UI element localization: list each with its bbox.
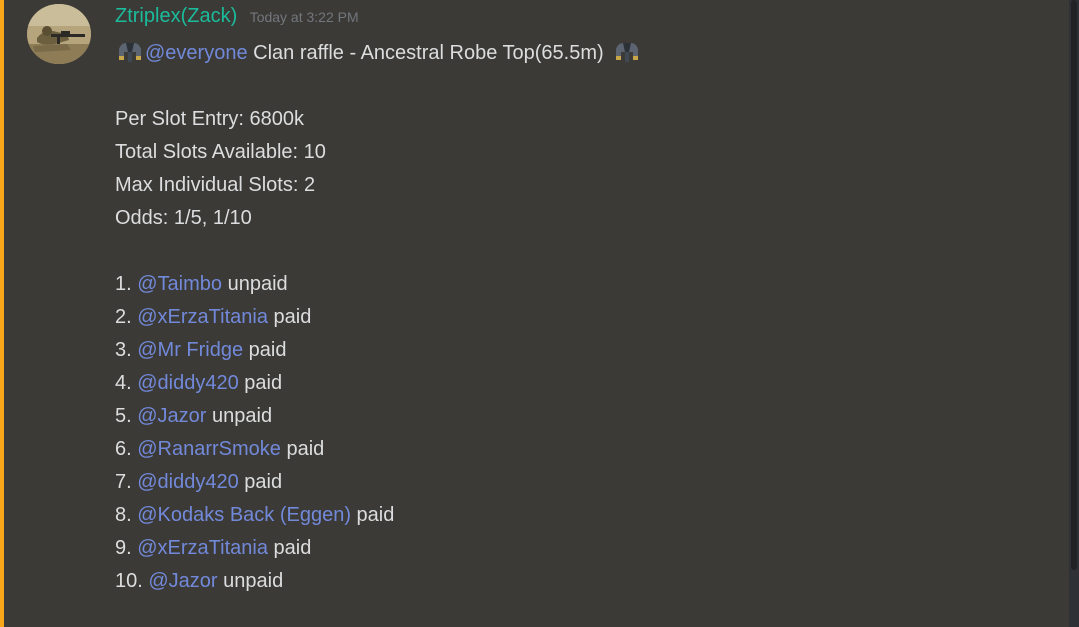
entry-mention[interactable]: @xErzaTitania <box>137 306 268 328</box>
raffle-entry: 4. @diddy420 paid <box>115 367 1055 400</box>
avatar[interactable] <box>27 4 91 64</box>
entry-number: 7. <box>115 471 138 493</box>
entry-mention[interactable]: @Mr Fridge <box>137 339 243 361</box>
entry-mention[interactable]: @Jazor <box>148 570 217 592</box>
raffle-entry: 3. @Mr Fridge paid <box>115 334 1055 367</box>
raffle-entry: 2. @xErzaTitania paid <box>115 301 1055 334</box>
entry-mention[interactable]: @Taimbo <box>137 273 222 295</box>
entry-number: 9. <box>115 537 138 559</box>
detail-line: Odds: 1/5, 1/10 <box>115 207 252 229</box>
message-content: @everyone Clan raffle - Ancestral Robe T… <box>115 37 1055 598</box>
raffle-entry: 1. @Taimbo unpaid <box>115 268 1055 301</box>
scrollbar[interactable] <box>1069 0 1079 627</box>
entry-number: 6. <box>115 438 138 460</box>
entry-number: 1. <box>115 273 138 295</box>
entry-number: 5. <box>115 405 138 427</box>
raffle-entry: 5. @Jazor unpaid <box>115 400 1055 433</box>
entry-status: paid <box>351 504 395 526</box>
message-header: Ztriplex(Zack) Today at 3:22 PM <box>115 5 359 33</box>
entry-status: unpaid <box>222 273 288 295</box>
entry-mention[interactable]: @Kodaks Back (Eggen) <box>137 504 351 526</box>
detail-line: Total Slots Available: 10 <box>115 141 326 163</box>
detail-line: Per Slot Entry: 6800k <box>115 108 304 130</box>
entry-mention[interactable]: @Jazor <box>137 405 206 427</box>
detail-line: Max Individual Slots: 2 <box>115 174 316 196</box>
soldier-sniper-avatar-icon <box>27 4 91 64</box>
chat-message: Ztriplex(Zack) Today at 3:22 PM @everyon… <box>4 0 1069 627</box>
entry-status: paid <box>243 339 287 361</box>
entry-number: 4. <box>115 372 138 394</box>
entry-number: 2. <box>115 306 138 328</box>
raffle-entry: 7. @diddy420 paid <box>115 466 1055 499</box>
entry-status: paid <box>267 306 312 328</box>
message-timestamp: Today at 3:22 PM <box>249 9 359 25</box>
raffle-entry: 9. @xErzaTitania paid <box>115 532 1055 565</box>
entry-status: paid <box>238 471 283 493</box>
raffle-entry: 10. @Jazor unpaid <box>115 565 1055 598</box>
headline: @everyone Clan raffle - Ancestral Robe T… <box>115 37 1055 70</box>
headline-text: Clan raffle - Ancestral Robe Top(65.5m) <box>247 42 604 64</box>
mention-everyone[interactable]: @everyone <box>145 42 248 64</box>
entry-status: unpaid <box>217 570 284 592</box>
entry-status: paid <box>280 438 325 460</box>
entry-status: paid <box>267 537 312 559</box>
ancestral-robe-top-icon <box>119 43 141 62</box>
ancestral-robe-top-icon <box>615 43 638 62</box>
entry-status: unpaid <box>206 405 273 427</box>
raffle-entry: 8. @Kodaks Back (Eggen) paid <box>115 499 1055 532</box>
entry-number: 8. <box>115 504 138 526</box>
entry-mention[interactable]: @xErzaTitania <box>137 537 268 559</box>
entry-mention[interactable]: @RanarrSmoke <box>137 438 281 460</box>
entry-number: 3. <box>115 339 138 361</box>
entry-status: paid <box>238 372 283 394</box>
entry-number: 10. <box>115 570 149 592</box>
scrollbar-thumb[interactable] <box>1071 0 1077 570</box>
entry-mention[interactable]: @diddy420 <box>137 471 238 493</box>
raffle-entry: 6. @RanarrSmoke paid <box>115 433 1055 466</box>
entry-mention[interactable]: @diddy420 <box>137 372 238 394</box>
author-username[interactable]: Ztriplex(Zack) <box>115 5 237 27</box>
